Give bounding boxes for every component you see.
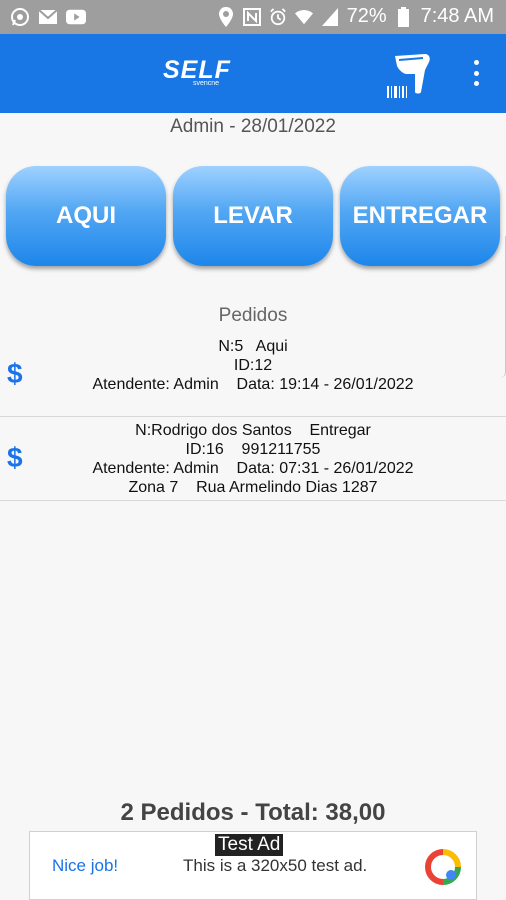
- test-ad-label: Test Ad: [215, 834, 284, 856]
- system-icons: 72% 7:48 AM: [217, 5, 494, 28]
- aqui-button[interactable]: AQUI: [6, 166, 166, 266]
- user-date-subtitle: Admin - 28/01/2022: [170, 116, 336, 137]
- mail-icon: [38, 7, 58, 27]
- order-number-type: N:5 Aqui: [218, 338, 288, 355]
- orders-total: 2 Pedidos - Total: 38,00: [120, 799, 386, 826]
- order-address: Zona 7 Rua Armelindo Dias 1287: [128, 479, 378, 496]
- logo-subtext: svencne: [193, 80, 220, 87]
- ad-body-text: This is a 320x50 test ad.: [183, 856, 368, 875]
- levar-button[interactable]: LEVAR: [173, 166, 333, 266]
- entregar-button[interactable]: ENTREGAR: [340, 166, 500, 266]
- order-id: ID:12: [233, 357, 273, 374]
- orders-section-title: Pedidos: [218, 305, 288, 326]
- wifi-icon: [294, 7, 313, 27]
- ad-nice-text: Nice job!: [52, 856, 119, 875]
- order-customer-type: N:Rodrigo dos Santos Entregar: [135, 422, 371, 439]
- ad-logo-icon: [425, 849, 461, 885]
- battery-percent: 72%: [346, 5, 387, 27]
- status-bar: 72% 7:48 AM: [0, 0, 506, 34]
- notification-icons: [10, 7, 86, 27]
- order-list-item[interactable]: $ N:Rodrigo dos Santos Entregar ID:16 99…: [0, 417, 506, 501]
- location-icon: [217, 6, 235, 27]
- order-attendant-date: Atendente: Admin Data: 07:31 - 26/01/202…: [92, 460, 414, 477]
- order-list-item[interactable]: $ N:5 Aqui ID:12 Atendente: Admin Data: …: [0, 336, 506, 417]
- order-attendant-date: Atendente: Admin Data: 19:14 - 26/01/202…: [92, 376, 414, 393]
- app-logo: SELF svencne: [163, 56, 233, 92]
- battery-icon: [395, 6, 413, 27]
- youtube-icon: [66, 7, 86, 27]
- alarm-icon: [269, 7, 287, 27]
- nfc-icon: [242, 7, 261, 27]
- order-id-phone: ID:16 991211755: [185, 441, 321, 458]
- whatsapp-icon: [10, 7, 30, 27]
- barcode-scanner-icon[interactable]: [385, 48, 437, 100]
- signal-icon: [321, 7, 339, 27]
- clock: 7:48 AM: [420, 5, 494, 27]
- app-bar: SELF svencne: [0, 34, 506, 113]
- more-vert-icon[interactable]: [466, 58, 486, 88]
